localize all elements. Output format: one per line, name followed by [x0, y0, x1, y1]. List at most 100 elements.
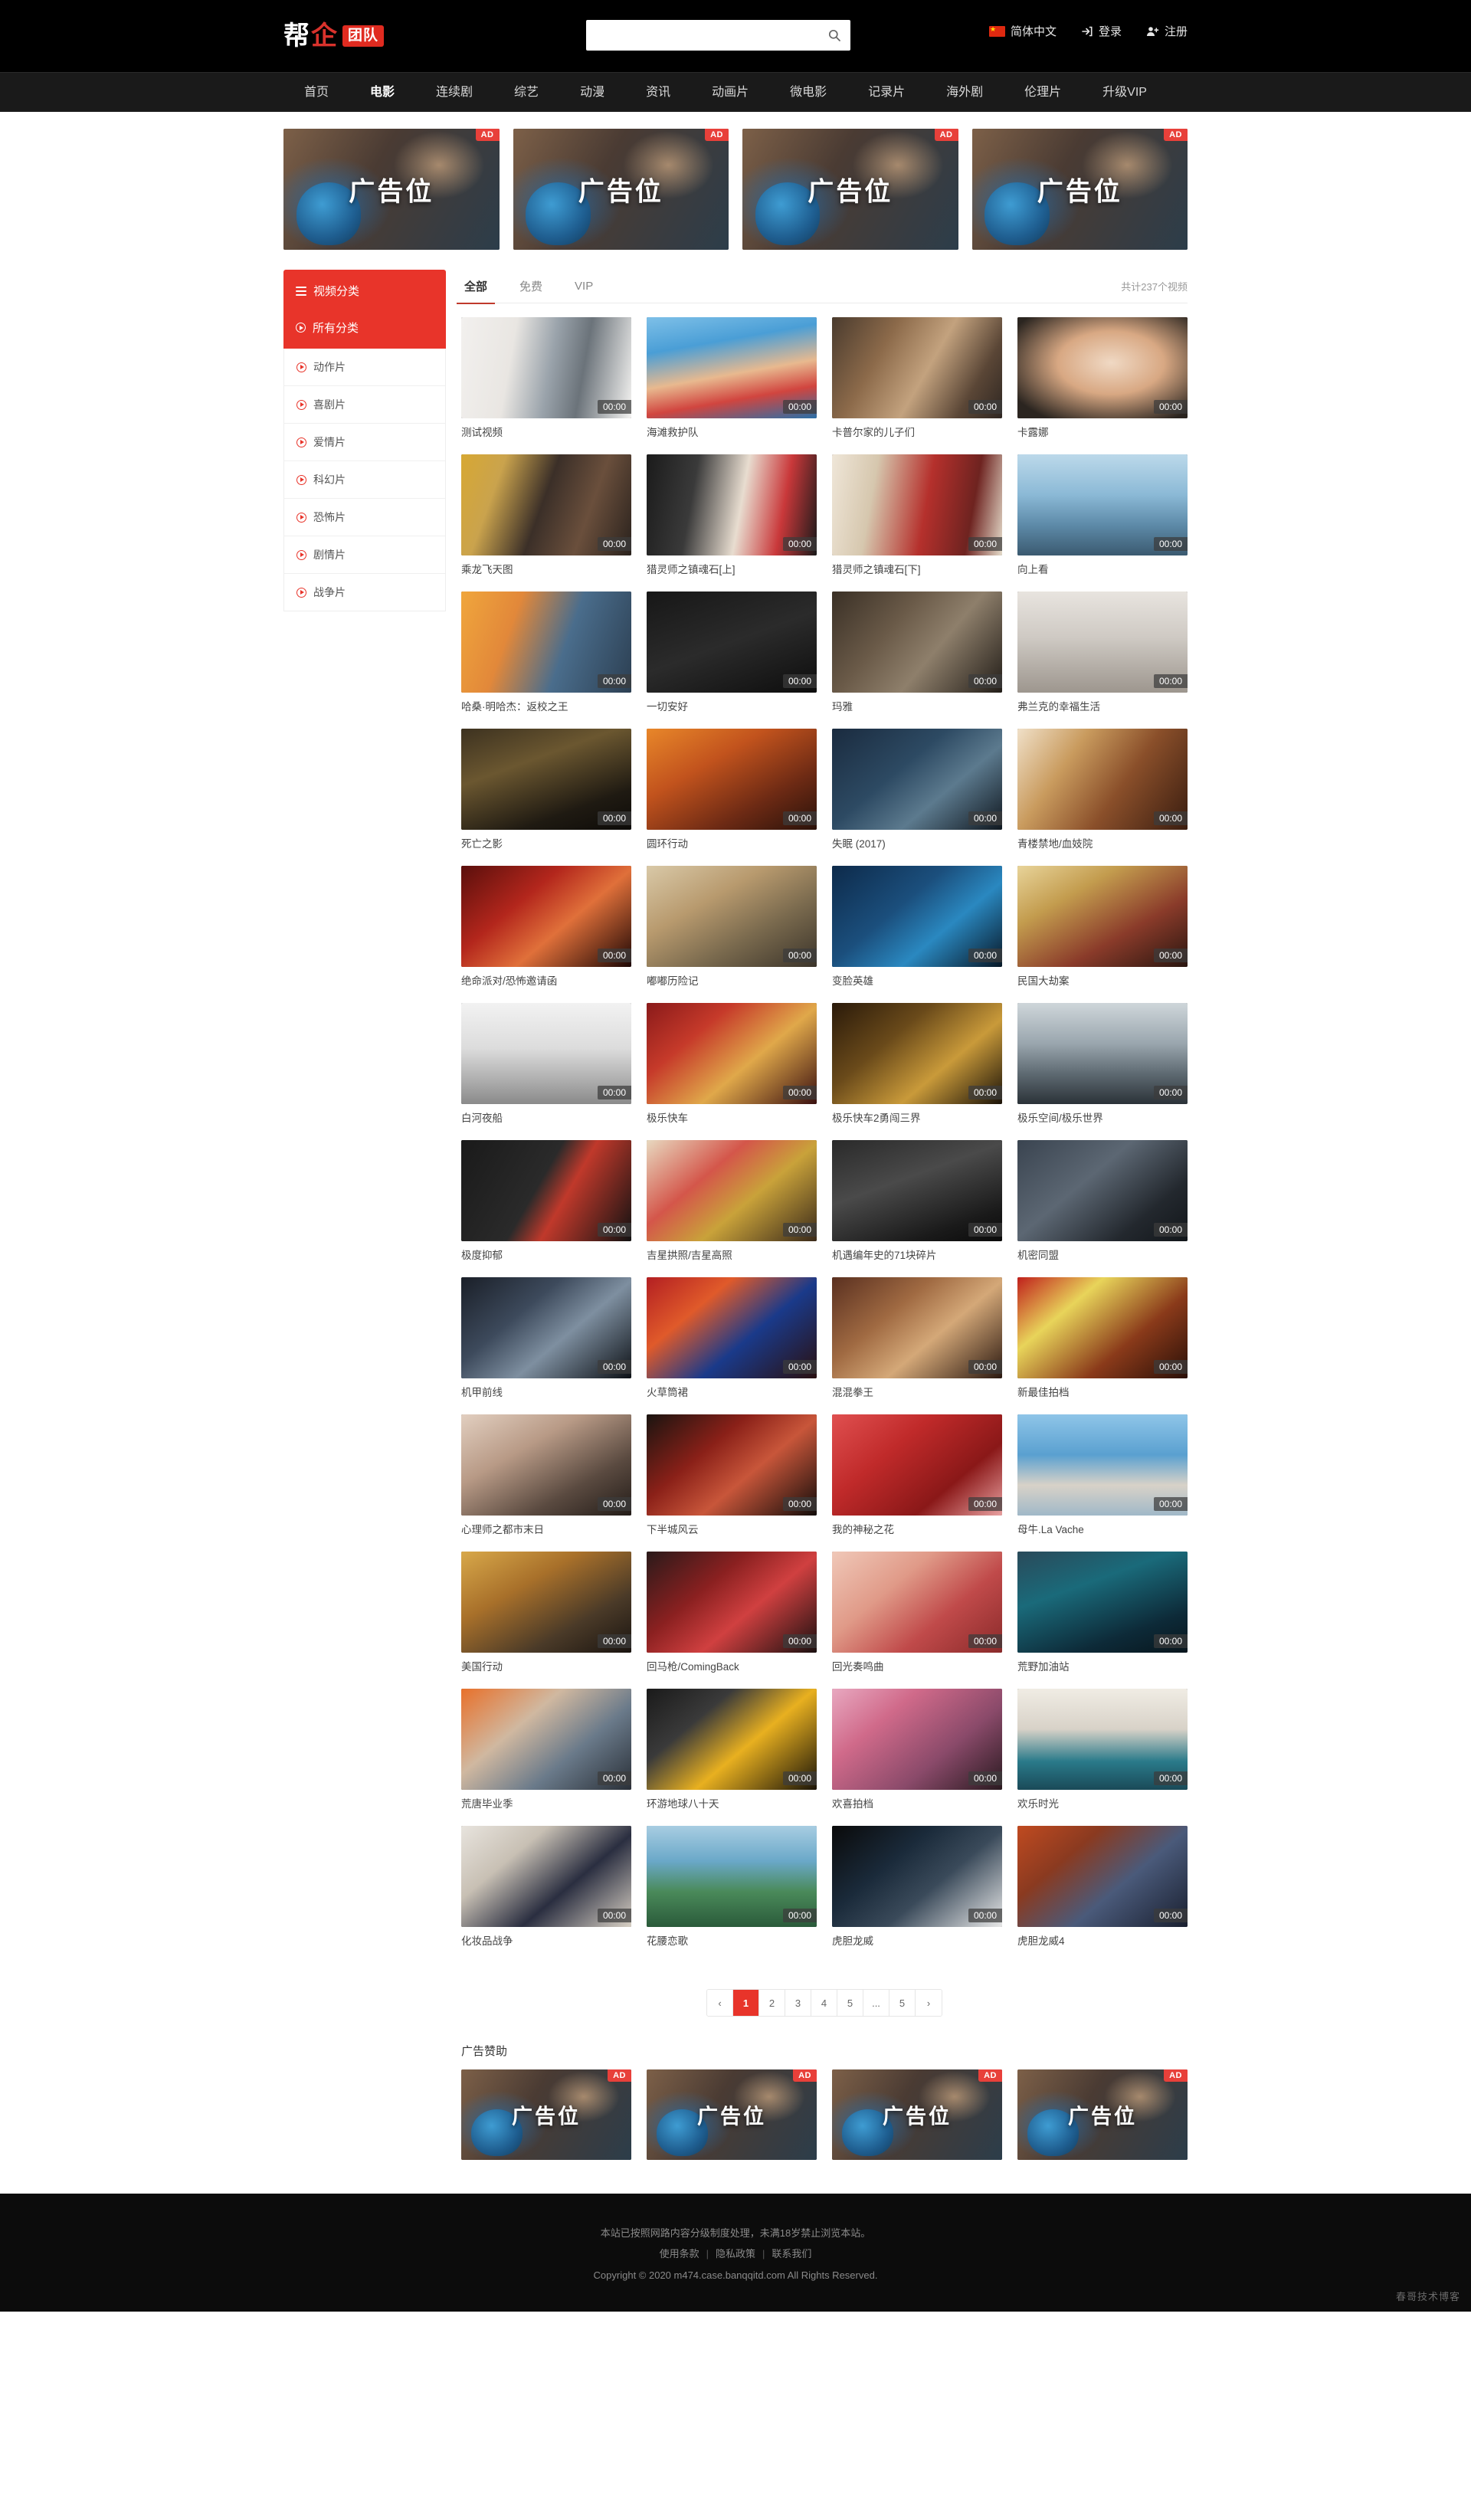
video-card[interactable]: 00:00 虎胆龙威: [832, 1826, 1002, 1949]
video-card[interactable]: 00:00 测试视频: [461, 317, 631, 441]
video-card[interactable]: 00:00 美国行动: [461, 1552, 631, 1675]
video-card[interactable]: 00:00 心理师之都市末日: [461, 1414, 631, 1538]
video-thumbnail[interactable]: 00:00: [461, 591, 631, 693]
video-thumbnail[interactable]: 00:00: [832, 1277, 1002, 1378]
video-card[interactable]: 00:00 哈桑·明哈杰：返校之王: [461, 591, 631, 715]
video-card[interactable]: 00:00 民国大劫案: [1017, 866, 1188, 989]
video-card[interactable]: 00:00 弗兰克的幸福生活: [1017, 591, 1188, 715]
video-card[interactable]: 00:00 虎胆龙威4: [1017, 1826, 1188, 1949]
video-thumbnail[interactable]: 00:00: [647, 729, 817, 830]
sidebar-item-2[interactable]: 爱情片: [284, 424, 445, 461]
video-card[interactable]: 00:00 我的神秘之花: [832, 1414, 1002, 1538]
video-card[interactable]: 00:00 回马枪/ComingBack: [647, 1552, 817, 1675]
video-card[interactable]: 00:00 新最佳拍档: [1017, 1277, 1188, 1401]
video-thumbnail[interactable]: 00:00: [1017, 1689, 1188, 1790]
register-button[interactable]: 注册: [1146, 23, 1188, 39]
video-card[interactable]: 00:00 白河夜船: [461, 1003, 631, 1126]
sidebar-item-1[interactable]: 喜剧片: [284, 386, 445, 424]
top-ad-0[interactable]: AD 广告位: [283, 129, 500, 250]
pagination-next[interactable]: ›: [916, 1990, 942, 2016]
pagination-page-2-1[interactable]: 2: [759, 1990, 785, 2016]
video-thumbnail[interactable]: 00:00: [647, 866, 817, 967]
video-card[interactable]: 00:00 极乐空间/极乐世界: [1017, 1003, 1188, 1126]
video-thumbnail[interactable]: 00:00: [461, 866, 631, 967]
video-thumbnail[interactable]: 00:00: [832, 1140, 1002, 1241]
top-ad-2[interactable]: AD 广告位: [742, 129, 958, 250]
video-card[interactable]: 00:00 青楼禁地/血妓院: [1017, 729, 1188, 852]
video-card[interactable]: 00:00 嘟嘟历险记: [647, 866, 817, 989]
video-thumbnail[interactable]: 00:00: [647, 454, 817, 555]
video-card[interactable]: 00:00 极度抑郁: [461, 1140, 631, 1263]
sidebar-item-6[interactable]: 战争片: [284, 574, 445, 611]
pagination-page-...-5[interactable]: ...: [863, 1990, 889, 2016]
video-thumbnail[interactable]: 00:00: [461, 1826, 631, 1927]
nav-item-0[interactable]: 首页: [283, 73, 349, 113]
nav-item-2[interactable]: 连续剧: [415, 73, 493, 113]
filter-tab-VIP[interactable]: VIP: [572, 280, 596, 302]
video-card[interactable]: 00:00 欢乐时光: [1017, 1689, 1188, 1812]
video-thumbnail[interactable]: 00:00: [461, 454, 631, 555]
footer-link-2[interactable]: 联系我们: [772, 2248, 811, 2259]
video-card[interactable]: 00:00 荒野加油站: [1017, 1552, 1188, 1675]
video-card[interactable]: 00:00 猎灵师之镇魂石[下]: [832, 454, 1002, 578]
footer-link-0[interactable]: 使用条款: [660, 2248, 699, 2259]
sidebar-item-all-categories[interactable]: 所有分类: [283, 310, 446, 349]
video-card[interactable]: 00:00 绝命派对/恐怖邀请函: [461, 866, 631, 989]
video-card[interactable]: 00:00 极乐快车: [647, 1003, 817, 1126]
nav-item-3[interactable]: 综艺: [493, 73, 559, 113]
nav-item-1[interactable]: 电影: [349, 73, 415, 113]
video-thumbnail[interactable]: 00:00: [461, 1552, 631, 1653]
video-thumbnail[interactable]: 00:00: [647, 1003, 817, 1104]
pagination-page-4-3[interactable]: 4: [811, 1990, 837, 2016]
filter-tab-全部[interactable]: 全部: [456, 278, 496, 304]
video-thumbnail[interactable]: 00:00: [647, 1689, 817, 1790]
video-thumbnail[interactable]: 00:00: [647, 1140, 817, 1241]
video-thumbnail[interactable]: 00:00: [647, 591, 817, 693]
sidebar-item-4[interactable]: 恐怖片: [284, 499, 445, 536]
video-thumbnail[interactable]: 00:00: [1017, 591, 1188, 693]
video-thumbnail[interactable]: 00:00: [461, 1689, 631, 1790]
video-card[interactable]: 00:00 火草筒裙: [647, 1277, 817, 1401]
video-card[interactable]: 00:00 荒唐毕业季: [461, 1689, 631, 1812]
video-thumbnail[interactable]: 00:00: [1017, 1826, 1188, 1927]
video-thumbnail[interactable]: 00:00: [647, 1826, 817, 1927]
pagination-page-5-6[interactable]: 5: [889, 1990, 916, 2016]
video-thumbnail[interactable]: 00:00: [832, 454, 1002, 555]
video-card[interactable]: 00:00 混混拳王: [832, 1277, 1002, 1401]
video-card[interactable]: 00:00 猎灵师之镇魂石[上]: [647, 454, 817, 578]
video-thumbnail[interactable]: 00:00: [647, 1552, 817, 1653]
video-thumbnail[interactable]: 00:00: [647, 1277, 817, 1378]
video-card[interactable]: 00:00 海滩救护队: [647, 317, 817, 441]
video-card[interactable]: 00:00 极乐快车2勇闯三界: [832, 1003, 1002, 1126]
video-thumbnail[interactable]: 00:00: [1017, 1003, 1188, 1104]
sponsor-ad-3[interactable]: AD 广告位: [1017, 2069, 1188, 2160]
sidebar-item-3[interactable]: 科幻片: [284, 461, 445, 499]
video-card[interactable]: 00:00 机甲前线: [461, 1277, 631, 1401]
video-thumbnail[interactable]: 00:00: [461, 317, 631, 418]
sidebar-item-0[interactable]: 动作片: [284, 349, 445, 386]
video-thumbnail[interactable]: 00:00: [832, 1689, 1002, 1790]
video-card[interactable]: 00:00 机密同盟: [1017, 1140, 1188, 1263]
sponsor-ad-2[interactable]: AD 广告位: [832, 2069, 1002, 2160]
video-card[interactable]: 00:00 死亡之影: [461, 729, 631, 852]
sponsor-ad-1[interactable]: AD 广告位: [647, 2069, 817, 2160]
video-card[interactable]: 00:00 卡普尔家的儿子们: [832, 317, 1002, 441]
video-thumbnail[interactable]: 00:00: [1017, 866, 1188, 967]
filter-tab-免费[interactable]: 免费: [516, 278, 545, 303]
video-thumbnail[interactable]: 00:00: [647, 1414, 817, 1516]
video-card[interactable]: 00:00 一切安好: [647, 591, 817, 715]
nav-item-8[interactable]: 记录片: [847, 73, 926, 113]
video-card[interactable]: 00:00 变脸英雄: [832, 866, 1002, 989]
video-thumbnail[interactable]: 00:00: [832, 729, 1002, 830]
video-card[interactable]: 00:00 花腰恋歌: [647, 1826, 817, 1949]
site-logo[interactable]: 帮 企 团队: [283, 23, 385, 49]
sponsor-ad-0[interactable]: AD 广告位: [461, 2069, 631, 2160]
video-card[interactable]: 00:00 化妆品战争: [461, 1826, 631, 1949]
nav-item-11[interactable]: 升级VIP: [1082, 73, 1168, 113]
video-thumbnail[interactable]: 00:00: [461, 1277, 631, 1378]
video-thumbnail[interactable]: 00:00: [1017, 729, 1188, 830]
nav-item-9[interactable]: 海外剧: [926, 73, 1004, 113]
video-thumbnail[interactable]: 00:00: [461, 1414, 631, 1516]
search-input[interactable]: [586, 21, 818, 50]
sidebar-item-5[interactable]: 剧情片: [284, 536, 445, 574]
